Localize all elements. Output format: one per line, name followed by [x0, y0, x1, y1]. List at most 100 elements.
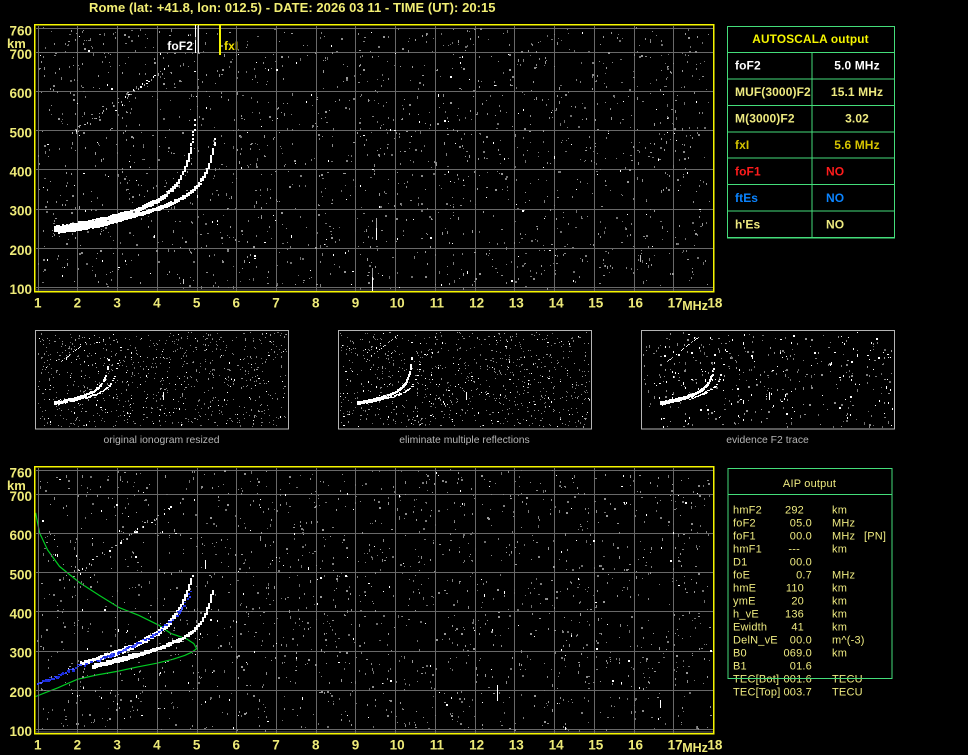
- svg-text:13: 13: [509, 296, 525, 311]
- svg-text:300: 300: [9, 204, 32, 219]
- svg-text:16: 16: [628, 296, 644, 311]
- svg-text:2: 2: [74, 296, 82, 311]
- svg-text:Rome (lat: +41.8, lon: 012.5): Rome (lat: +41.8, lon: 012.5) - DATE: 20…: [89, 0, 496, 15]
- svg-text:km: km: [832, 505, 847, 517]
- svg-text:MHz: MHz: [832, 531, 855, 543]
- svg-text:4: 4: [153, 738, 161, 753]
- svg-text:fxI: fxI: [735, 138, 749, 152]
- svg-text:hmF1: hmF1: [733, 544, 762, 556]
- svg-text:eliminate multiple reflections: eliminate multiple reflections: [399, 435, 530, 446]
- svg-text:17: 17: [668, 296, 683, 311]
- svg-text:NO: NO: [826, 164, 844, 178]
- svg-text:11: 11: [430, 296, 445, 311]
- svg-text:00.0: 00.0: [790, 557, 812, 569]
- svg-text:12: 12: [469, 296, 484, 311]
- svg-text:12: 12: [469, 738, 484, 753]
- svg-text:8: 8: [312, 296, 320, 311]
- svg-text:km: km: [832, 596, 847, 608]
- svg-text:m^(-3): m^(-3): [832, 635, 865, 647]
- svg-text:MHz: MHz: [682, 741, 708, 755]
- svg-text:500: 500: [9, 567, 32, 582]
- svg-text:MHz: MHz: [682, 299, 708, 313]
- svg-text:100: 100: [9, 282, 32, 297]
- svg-text:foF2: foF2: [167, 39, 193, 53]
- svg-text:Ewidth: Ewidth: [733, 622, 767, 634]
- svg-text:NO: NO: [826, 191, 844, 205]
- svg-text:foE: foE: [733, 570, 750, 582]
- svg-text:7: 7: [272, 296, 280, 311]
- svg-text:20: 20: [791, 596, 804, 608]
- svg-text:B0: B0: [733, 648, 747, 660]
- svg-text:10: 10: [390, 738, 405, 753]
- svg-text:ftEs: ftEs: [735, 191, 758, 205]
- svg-text:001.6: 001.6: [783, 674, 812, 686]
- svg-text:003.7: 003.7: [783, 687, 812, 699]
- svg-text:200: 200: [9, 243, 32, 258]
- svg-text:NO: NO: [826, 217, 844, 231]
- svg-text:3: 3: [113, 738, 121, 753]
- svg-text:foF1: foF1: [735, 164, 761, 178]
- svg-text:2: 2: [74, 738, 82, 753]
- svg-text:1: 1: [34, 738, 42, 753]
- svg-text:600: 600: [9, 528, 32, 543]
- svg-text:15: 15: [588, 296, 604, 311]
- svg-text:hmF2: hmF2: [733, 505, 762, 517]
- svg-text:TECU: TECU: [832, 674, 863, 686]
- svg-text:AIP output: AIP output: [783, 478, 836, 490]
- svg-text:1: 1: [34, 296, 42, 311]
- svg-text:00.0: 00.0: [790, 531, 812, 543]
- svg-text:0.7: 0.7: [796, 570, 812, 582]
- svg-text:9: 9: [352, 738, 360, 753]
- svg-text:5.6 MHz: 5.6 MHz: [834, 138, 879, 152]
- svg-text:11: 11: [430, 738, 445, 753]
- svg-text:ymE: ymE: [733, 596, 756, 608]
- svg-text:[PN]: [PN]: [864, 531, 886, 543]
- svg-text:00.0: 00.0: [790, 635, 812, 647]
- svg-text:6: 6: [233, 296, 241, 311]
- svg-text:B1: B1: [733, 661, 747, 673]
- svg-text:h_vE: h_vE: [733, 609, 759, 621]
- svg-text:16: 16: [628, 738, 644, 753]
- svg-text:18: 18: [707, 738, 723, 753]
- svg-text:DelN_vE: DelN_vE: [733, 635, 778, 647]
- svg-text:foF2: foF2: [733, 518, 756, 530]
- svg-text:km: km: [7, 478, 26, 493]
- svg-text:h'Es: h'Es: [735, 217, 760, 231]
- svg-text:TECU: TECU: [832, 687, 863, 699]
- svg-text:15: 15: [588, 738, 604, 753]
- svg-text:200: 200: [9, 685, 32, 700]
- svg-text:km: km: [832, 583, 847, 595]
- svg-text:400: 400: [9, 607, 32, 622]
- svg-text:---: ---: [788, 544, 800, 556]
- svg-text:3.02: 3.02: [845, 112, 869, 126]
- svg-text:evidence F2 trace: evidence F2 trace: [726, 435, 809, 446]
- svg-text:5: 5: [193, 738, 201, 753]
- svg-text:10: 10: [390, 296, 405, 311]
- svg-text:100: 100: [9, 724, 32, 739]
- svg-text:600: 600: [9, 86, 32, 101]
- svg-text:13: 13: [509, 738, 525, 753]
- svg-text:15.1 MHz: 15.1 MHz: [831, 85, 883, 99]
- svg-text:MHz: MHz: [832, 570, 855, 582]
- svg-text:7: 7: [272, 738, 280, 753]
- svg-text:km: km: [832, 544, 847, 556]
- svg-text:D1: D1: [733, 557, 747, 569]
- svg-text:MUF(3000)F2: MUF(3000)F2: [735, 85, 811, 99]
- svg-text:5: 5: [193, 296, 201, 311]
- svg-text:9: 9: [352, 296, 360, 311]
- svg-text:41: 41: [791, 622, 804, 634]
- svg-text:300: 300: [9, 646, 32, 661]
- svg-text:km: km: [7, 36, 26, 51]
- svg-text:01.6: 01.6: [790, 661, 812, 673]
- svg-text:110: 110: [786, 583, 804, 595]
- svg-text:400: 400: [9, 165, 32, 180]
- svg-text:5.0 MHz: 5.0 MHz: [834, 59, 879, 73]
- svg-text:MHz: MHz: [832, 518, 855, 530]
- svg-text:TEC[Bot]: TEC[Bot]: [733, 674, 779, 686]
- svg-text:hmE: hmE: [733, 583, 756, 595]
- svg-text:500: 500: [9, 125, 32, 140]
- svg-text:6: 6: [233, 738, 241, 753]
- svg-text:original ionogram resized: original ionogram resized: [103, 435, 219, 446]
- svg-text:foF1: foF1: [733, 531, 756, 543]
- svg-text:136: 136: [785, 609, 804, 621]
